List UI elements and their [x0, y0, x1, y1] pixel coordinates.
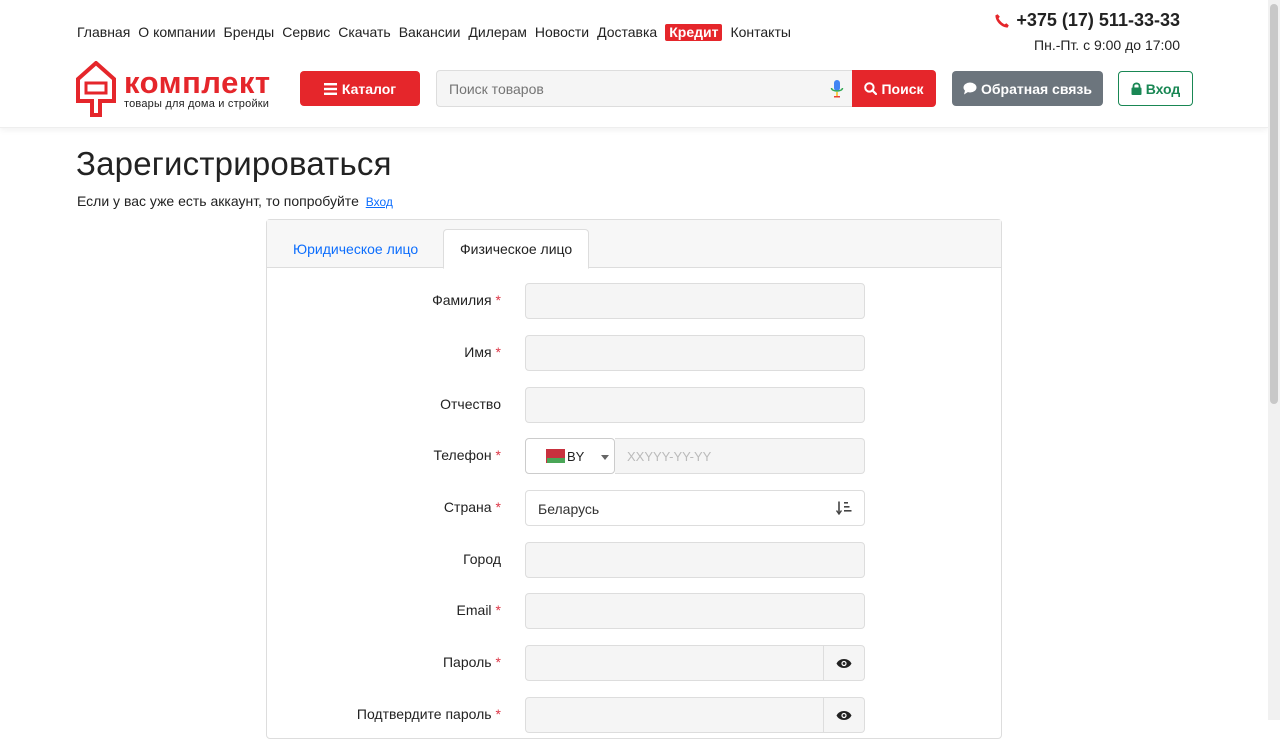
eye-icon — [836, 710, 852, 720]
chat-icon — [963, 82, 977, 95]
country-select[interactable]: Беларусь — [525, 490, 865, 526]
catalog-label: Каталог — [341, 80, 397, 97]
page-title: Зарегистрироваться — [76, 145, 392, 182]
logo-icon — [76, 61, 116, 117]
tab-individual[interactable]: Физическое лицо — [443, 229, 590, 269]
phone-country-select[interactable]: BY — [525, 438, 615, 474]
email-label: Email * — [456, 602, 501, 618]
nav-download[interactable]: Скачать — [338, 24, 391, 41]
phone-link[interactable]: +375 (17) 511-33-33 — [994, 10, 1180, 31]
confirm-password-toggle-button[interactable] — [824, 697, 865, 733]
lock-icon — [1131, 82, 1142, 95]
patronymic-label: Отчество — [440, 396, 501, 412]
logo-name: комплект — [124, 65, 271, 100]
surname-label: Фамилия * — [432, 292, 501, 308]
email-row: Email * — [267, 593, 1003, 629]
menu-icon — [323, 82, 337, 95]
phone-number: +375 (17) 511-33-33 — [1016, 10, 1180, 30]
work-hours: Пн.-Пт. с 9:00 до 17:00 — [1034, 37, 1180, 53]
logo-tagline: товары для дома и стройки — [124, 98, 270, 110]
surname-row: Фамилия * — [267, 283, 1003, 319]
patronymic-field[interactable] — [525, 387, 865, 423]
confirm-password-field[interactable] — [525, 697, 824, 733]
nav-service[interactable]: Сервис — [282, 24, 330, 41]
nav-news[interactable]: Новости — [535, 24, 589, 41]
page-scrollbar[interactable] — [1268, 0, 1280, 720]
name-field[interactable] — [525, 335, 865, 371]
search-button-label: Поиск — [881, 80, 924, 97]
search-icon — [864, 82, 878, 95]
patronymic-row: Отчество — [267, 387, 1003, 423]
nav-delivery[interactable]: Доставка — [597, 24, 657, 41]
subtitle-text: Если у вас уже есть аккаунт, то попробуй… — [77, 193, 359, 209]
city-row: Город — [267, 542, 1003, 578]
login-button[interactable]: Вход — [1118, 71, 1193, 106]
chevron-down-icon — [601, 455, 609, 460]
name-row: Имя * — [267, 335, 1003, 371]
phone-label: Телефон * — [433, 447, 501, 463]
page-subtitle: Если у вас уже есть аккаунт, то попробуй… — [77, 193, 393, 209]
catalog-button[interactable]: Каталог — [300, 71, 420, 106]
password-toggle-button[interactable] — [824, 645, 865, 681]
phone-icon — [995, 13, 1010, 28]
email-field[interactable] — [525, 593, 865, 629]
country-value: Беларусь — [538, 501, 600, 517]
registration-card: Юридическое лицо Физическое лицо Фамилия… — [266, 219, 1002, 739]
nav-brands[interactable]: Бренды — [224, 24, 275, 41]
top-nav: Главная О компании Бренды Сервис Скачать… — [77, 24, 799, 41]
surname-field[interactable] — [525, 283, 865, 319]
password-field[interactable] — [525, 645, 824, 681]
country-label: Страна * — [443, 499, 501, 515]
nav-about[interactable]: О компании — [138, 24, 215, 41]
login-link[interactable]: Вход — [366, 195, 393, 209]
phone-field[interactable]: XXYYY-YY-YY — [615, 438, 865, 474]
city-field[interactable] — [525, 542, 865, 578]
tabs-header: Юридическое лицо Физическое лицо — [267, 220, 1001, 269]
city-label: Город — [463, 551, 501, 567]
eye-icon — [836, 658, 852, 668]
search-button[interactable]: Поиск — [852, 70, 936, 107]
sort-icon — [836, 501, 852, 515]
scrollbar-thumb[interactable] — [1270, 4, 1278, 404]
site-header: Главная О компании Бренды Сервис Скачать… — [0, 0, 1268, 128]
login-label: Вход — [1145, 80, 1181, 97]
phone-row: Телефон * BY XXYYY-YY-YY — [267, 438, 1003, 474]
password-label: Пароль * — [442, 654, 501, 670]
nav-credit[interactable]: Кредит — [665, 24, 723, 41]
feedback-label: Обратная связь — [981, 80, 1092, 97]
confirm-password-row: Подтвердите пароль * — [267, 697, 1003, 733]
tab-legal-entity[interactable]: Юридическое лицо — [277, 229, 434, 268]
country-row: Страна * Беларусь — [267, 490, 1003, 526]
search-bar: Поиск — [436, 70, 936, 107]
nav-dealers[interactable]: Дилерам — [468, 24, 526, 41]
phone-country-code: BY — [567, 448, 585, 464]
site-logo[interactable]: комплект товары для дома и стройки — [76, 60, 286, 118]
nav-contacts[interactable]: Контакты — [730, 24, 790, 41]
belarus-flag-icon — [544, 449, 565, 463]
nav-vacancies[interactable]: Вакансии — [399, 24, 461, 41]
microphone-icon[interactable] — [830, 80, 844, 98]
search-input[interactable] — [436, 70, 852, 107]
feedback-button[interactable]: Обратная связь — [952, 71, 1103, 106]
name-label: Имя * — [464, 344, 501, 360]
password-row: Пароль * — [267, 645, 1003, 681]
nav-home[interactable]: Главная — [77, 24, 130, 41]
